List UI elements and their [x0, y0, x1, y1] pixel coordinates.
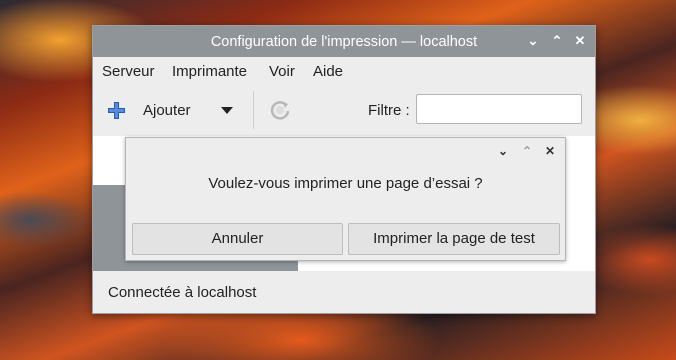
title-bar[interactable]: Configuration de l'impression — localhos…: [93, 26, 595, 57]
test-page-dialog: ⌄ ⌃ ✕ Voulez-vous imprimer une page d’es…: [125, 137, 566, 261]
menu-imprimante[interactable]: Imprimante: [172, 63, 247, 80]
menu-bar: Serveur Imprimante Voir Aide: [93, 57, 595, 85]
menu-serveur[interactable]: Serveur: [102, 63, 155, 80]
menu-voir[interactable]: Voir: [269, 63, 295, 80]
dialog-close-icon[interactable]: ✕: [543, 144, 557, 158]
add-icon[interactable]: [108, 102, 125, 119]
status-bar: Connectée à localhost: [93, 271, 595, 314]
toolbar: Ajouter Filtre :: [93, 85, 595, 133]
status-text: Connectée à localhost: [108, 284, 257, 301]
close-icon[interactable]: ✕: [572, 33, 588, 49]
add-dropdown-arrow-icon[interactable]: [221, 107, 233, 114]
dialog-message: Voulez-vous imprimer une page d’essai ?: [208, 175, 483, 192]
minimize-chevron-down-icon[interactable]: ⌄: [525, 33, 541, 49]
cancel-button[interactable]: Annuler: [132, 223, 343, 255]
window-title: Configuration de l'impression — localhos…: [210, 34, 478, 50]
toolbar-separator: [253, 91, 254, 129]
add-button-label[interactable]: Ajouter: [143, 102, 191, 119]
refresh-icon[interactable]: [269, 99, 291, 121]
print-test-page-button[interactable]: Imprimer la page de test: [348, 223, 560, 255]
dialog-minimize-chevron-down-icon[interactable]: ⌄: [496, 144, 510, 158]
maximize-chevron-up-icon[interactable]: ⌃: [549, 33, 565, 49]
filter-input[interactable]: [416, 94, 582, 124]
filter-label: Filtre :: [368, 102, 410, 119]
menu-aide[interactable]: Aide: [313, 63, 343, 80]
dialog-maximize-chevron-up-icon: ⌃: [521, 144, 533, 158]
